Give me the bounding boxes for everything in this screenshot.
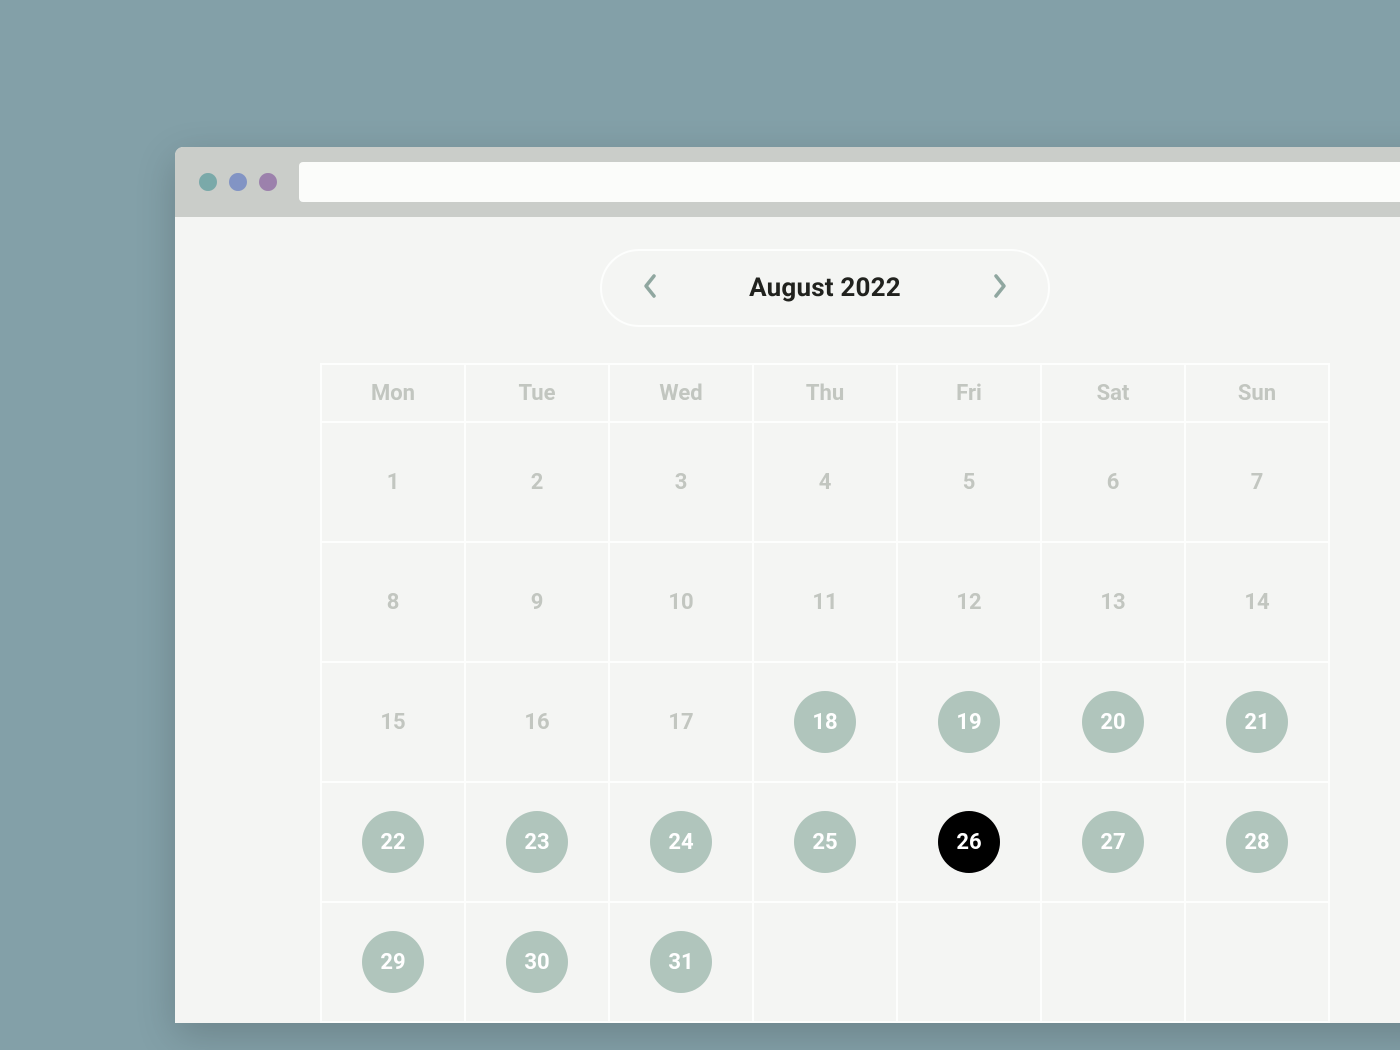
- weekday-header: Fri: [897, 364, 1041, 422]
- day-available: 25: [794, 811, 856, 873]
- window-dot-close-icon[interactable]: [199, 173, 217, 191]
- window-dot-minimize-icon[interactable]: [229, 173, 247, 191]
- browser-window: August 2022 Mon Tue Wed Thu Fri Sat Sun: [175, 147, 1400, 1023]
- day-available: 24: [650, 811, 712, 873]
- weekday-header: Thu: [753, 364, 897, 422]
- day-available: 21: [1226, 691, 1288, 753]
- day-cell: [1185, 902, 1329, 1022]
- day-selected: 26: [938, 811, 1000, 873]
- next-month-button[interactable]: [986, 274, 1014, 302]
- weekday-header: Wed: [609, 364, 753, 422]
- day-cell[interactable]: 23: [465, 782, 609, 902]
- day-cell[interactable]: 17: [609, 662, 753, 782]
- day-number: 2: [531, 470, 544, 495]
- day-number: 3: [675, 470, 688, 495]
- day-number: 16: [524, 710, 549, 735]
- day-cell[interactable]: 26: [897, 782, 1041, 902]
- day-cell[interactable]: 9: [465, 542, 609, 662]
- day-cell[interactable]: 29: [321, 902, 465, 1022]
- day-cell[interactable]: 22: [321, 782, 465, 902]
- day-cell[interactable]: 21: [1185, 662, 1329, 782]
- day-number: 13: [1100, 590, 1125, 615]
- day-available: 28: [1226, 811, 1288, 873]
- day-cell[interactable]: 19: [897, 662, 1041, 782]
- day-cell[interactable]: 4: [753, 422, 897, 542]
- day-number: 1: [387, 470, 400, 495]
- day-number: 7: [1251, 470, 1264, 495]
- day-cell[interactable]: 24: [609, 782, 753, 902]
- weekday-header-row: Mon Tue Wed Thu Fri Sat Sun: [321, 364, 1329, 422]
- window-dot-zoom-icon[interactable]: [259, 173, 277, 191]
- page-content: August 2022 Mon Tue Wed Thu Fri Sat Sun: [175, 217, 1400, 1023]
- calendar-row: 29 30 31: [321, 902, 1329, 1022]
- browser-chrome: [175, 147, 1400, 217]
- day-cell[interactable]: 10: [609, 542, 753, 662]
- day-cell[interactable]: 14: [1185, 542, 1329, 662]
- day-number: 4: [819, 470, 832, 495]
- day-cell[interactable]: 3: [609, 422, 753, 542]
- day-available: 20: [1082, 691, 1144, 753]
- day-available: 27: [1082, 811, 1144, 873]
- day-cell[interactable]: 16: [465, 662, 609, 782]
- month-label: August 2022: [749, 273, 901, 303]
- day-cell[interactable]: 25: [753, 782, 897, 902]
- day-cell[interactable]: 28: [1185, 782, 1329, 902]
- day-number: 9: [531, 590, 544, 615]
- chevron-left-icon: [641, 272, 659, 304]
- day-cell[interactable]: 31: [609, 902, 753, 1022]
- day-cell[interactable]: 6: [1041, 422, 1185, 542]
- day-cell[interactable]: 12: [897, 542, 1041, 662]
- day-number: 10: [668, 590, 693, 615]
- calendar-row: 15 16 17 18 19 20 21: [321, 662, 1329, 782]
- day-number: 14: [1244, 590, 1269, 615]
- day-cell: [1041, 902, 1185, 1022]
- day-number: 8: [387, 590, 400, 615]
- calendar-grid: Mon Tue Wed Thu Fri Sat Sun 123456789101…: [320, 363, 1330, 1023]
- weekday-header: Sun: [1185, 364, 1329, 422]
- day-cell: [897, 902, 1041, 1022]
- day-number: 17: [668, 710, 693, 735]
- weekday-header: Mon: [321, 364, 465, 422]
- day-available: 31: [650, 931, 712, 993]
- day-number: 5: [963, 470, 976, 495]
- day-cell[interactable]: 13: [1041, 542, 1185, 662]
- month-selector: August 2022: [600, 249, 1050, 327]
- day-number: 15: [380, 710, 405, 735]
- address-bar[interactable]: [299, 162, 1400, 202]
- chevron-right-icon: [991, 272, 1009, 304]
- day-available: 19: [938, 691, 1000, 753]
- day-cell[interactable]: 15: [321, 662, 465, 782]
- day-cell[interactable]: 2: [465, 422, 609, 542]
- day-cell[interactable]: 27: [1041, 782, 1185, 902]
- prev-month-button[interactable]: [636, 274, 664, 302]
- day-available: 30: [506, 931, 568, 993]
- day-cell[interactable]: 18: [753, 662, 897, 782]
- day-available: 22: [362, 811, 424, 873]
- weekday-header: Tue: [465, 364, 609, 422]
- day-cell[interactable]: 30: [465, 902, 609, 1022]
- day-number: 11: [812, 590, 837, 615]
- window-controls: [199, 173, 277, 191]
- calendar-row: 1 2 3 4 5 6 7: [321, 422, 1329, 542]
- day-cell: [753, 902, 897, 1022]
- day-available: 18: [794, 691, 856, 753]
- day-number: 6: [1107, 470, 1120, 495]
- day-cell[interactable]: 5: [897, 422, 1041, 542]
- day-cell[interactable]: 11: [753, 542, 897, 662]
- day-cell[interactable]: 8: [321, 542, 465, 662]
- day-cell[interactable]: 1: [321, 422, 465, 542]
- calendar-row: 22 23 24 25 26 27 28: [321, 782, 1329, 902]
- day-available: 29: [362, 931, 424, 993]
- day-cell[interactable]: 7: [1185, 422, 1329, 542]
- day-available: 23: [506, 811, 568, 873]
- calendar-row: 8 9 10 11 12 13 14: [321, 542, 1329, 662]
- weekday-header: Sat: [1041, 364, 1185, 422]
- day-number: 12: [956, 590, 981, 615]
- day-cell[interactable]: 20: [1041, 662, 1185, 782]
